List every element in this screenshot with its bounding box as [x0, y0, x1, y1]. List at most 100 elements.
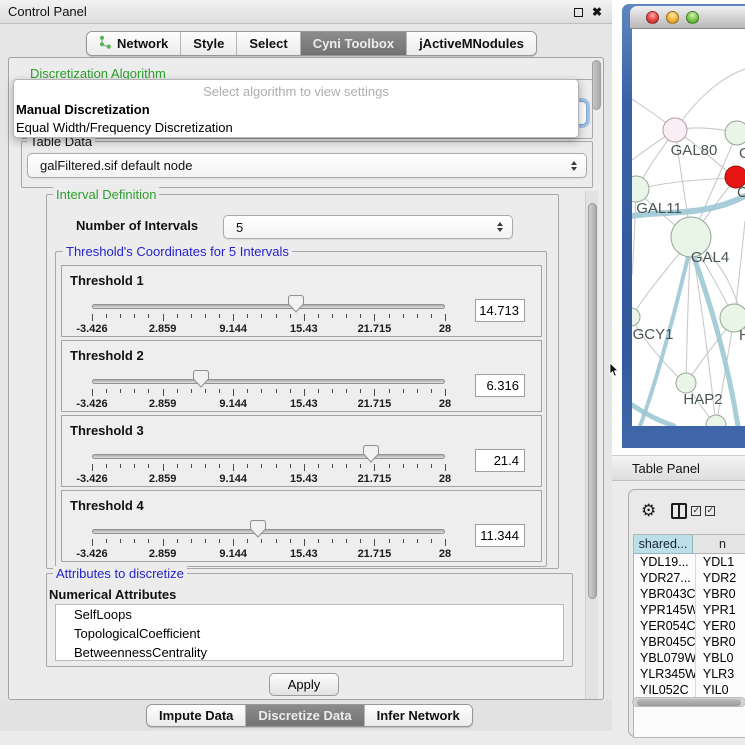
control-panel-titlebar: Control Panel ✖: [0, 0, 612, 24]
table-hscrollbar-thumb[interactable]: [637, 699, 741, 706]
threshold-value-field[interactable]: 14.713: [475, 299, 525, 322]
checkbox-icon[interactable]: ✓: [705, 506, 715, 516]
table-cell-shared-name: YPR145W: [634, 602, 696, 618]
tab-cyni-toolbox[interactable]: Cyni Toolbox: [301, 32, 407, 55]
attribute-item-betweennesscentrality[interactable]: BetweennessCentrality: [56, 643, 563, 661]
attribute-item-selfloops[interactable]: SelfLoops: [56, 605, 563, 624]
slider-tick: [276, 314, 277, 318]
slider-tick: [417, 389, 418, 393]
table-cell-name: YIL0: [696, 682, 745, 698]
tab-infer-network[interactable]: Infer Network: [365, 705, 472, 726]
network-canvas[interactable]: GAL80GACGAL11GAL4GCY1HHAP2: [632, 29, 745, 426]
table-row[interactable]: YLR345WYLR3: [634, 666, 745, 682]
tab-network[interactable]: Network: [87, 32, 181, 55]
interval-definition-title: Interval Definition: [53, 187, 159, 202]
table-row[interactable]: YBR043CYBR0: [634, 586, 745, 602]
tab-select[interactable]: Select: [237, 32, 300, 55]
table-row[interactable]: YER054CYER0: [634, 618, 745, 634]
close-traffic-light-icon[interactable]: [646, 11, 659, 24]
tab-jactivemnodules[interactable]: jActiveMNodules: [407, 32, 536, 55]
threshold-value-field[interactable]: 21.4: [475, 449, 525, 472]
slider-tick: [219, 389, 220, 393]
slider-thumb[interactable]: [193, 370, 209, 388]
slider-track[interactable]: [92, 529, 445, 534]
network-node-gcy1[interactable]: [632, 308, 640, 326]
table-row[interactable]: YPR145WYPR1: [634, 602, 745, 618]
slider-tick: [332, 314, 333, 318]
slider-tick: [431, 389, 432, 393]
tick-label: 28: [417, 323, 473, 335]
threshold-label: Threshold 1: [70, 273, 144, 288]
table-panel-titlebar: Table Panel: [612, 455, 745, 481]
table-row[interactable]: YDL19...YDL1: [634, 554, 745, 570]
slider-track[interactable]: [92, 379, 445, 384]
slider-track[interactable]: [92, 454, 445, 459]
slider-tick: [163, 464, 164, 471]
table-row[interactable]: YIL052CYIL0: [634, 682, 745, 698]
slider-tick: [276, 539, 277, 543]
table-cell-shared-name: YIL052C: [634, 682, 696, 698]
close-icon[interactable]: ✖: [592, 0, 602, 24]
apply-button[interactable]: Apply: [269, 673, 339, 696]
column-header-name[interactable]: n: [693, 535, 745, 554]
slider-tick: [445, 464, 446, 471]
network-node-gal11[interactable]: [632, 176, 649, 202]
slider-thumb[interactable]: [363, 445, 379, 463]
attribute-item-topologicalcoefficient[interactable]: TopologicalCoefficient: [56, 624, 563, 643]
attributes-list-scrollbar-thumb[interactable]: [592, 60, 601, 110]
network-node-label: GAL11: [636, 200, 682, 217]
slider-thumb[interactable]: [250, 520, 266, 538]
tick-label: 28: [417, 398, 473, 410]
slider-tick: [304, 539, 305, 546]
tick-label: 21.715: [346, 398, 402, 410]
table-data-select[interactable]: galFiltered.sif default node: [27, 153, 587, 178]
number-of-intervals-label: Number of Intervals: [76, 218, 198, 233]
network-node-label: C: [737, 184, 745, 201]
slider-tick: [304, 389, 305, 396]
split-columns-icon[interactable]: [671, 503, 687, 519]
slider-tick: [261, 314, 262, 318]
float-window-icon[interactable]: [574, 8, 583, 17]
panel-vscrollbar-thumb[interactable]: [588, 203, 597, 599]
slider-tick: [134, 389, 135, 393]
slider-tick: [134, 539, 135, 543]
threshold-box-4: Threshold 4-3.4262.8599.14415.4321.71528…: [61, 490, 542, 562]
tab-label: Discretize Data: [258, 708, 351, 723]
network-node-ga[interactable]: [725, 121, 745, 145]
number-of-intervals-select[interactable]: 5: [223, 215, 513, 239]
gear-icon[interactable]: ⚙: [641, 501, 656, 521]
zoom-traffic-light-icon[interactable]: [686, 11, 699, 24]
slider-tick: [205, 539, 206, 543]
tab-impute-data[interactable]: Impute Data: [147, 705, 246, 726]
slider-tick: [191, 464, 192, 468]
slider-track[interactable]: [92, 304, 445, 309]
table-row[interactable]: YBL079WYBL0: [634, 650, 745, 666]
network-node-hap2[interactable]: [676, 373, 696, 393]
table-cell-name: YBL0: [696, 650, 745, 666]
tab-style[interactable]: Style: [181, 32, 237, 55]
algorithm-option-manual[interactable]: Manual Discretization: [14, 102, 578, 117]
network-edge-thick: [632, 405, 674, 426]
table-header-row: shared... n: [634, 535, 745, 554]
minimize-traffic-light-icon[interactable]: [666, 11, 679, 24]
checkbox-icon[interactable]: ✓: [691, 506, 701, 516]
slider-tick: [332, 464, 333, 468]
slider-tick: [191, 314, 192, 318]
table-horizontal-scrollbar[interactable]: [632, 697, 745, 707]
table-panel-title: Table Panel: [632, 461, 700, 476]
slider-thumb[interactable]: [288, 295, 304, 313]
tick-label: -3.426: [64, 548, 120, 560]
column-header-shared-name[interactable]: shared...: [634, 535, 693, 554]
algorithm-option-equal-width[interactable]: Equal Width/Frequency Discretization: [14, 120, 578, 135]
panel-vertical-scrollbar[interactable]: [585, 191, 598, 699]
algorithm-placeholder-option[interactable]: Select algorithm to view settings: [14, 84, 578, 99]
numerical-attributes-list[interactable]: SelfLoopsTopologicalCoefficientBetweenne…: [55, 604, 564, 661]
threshold-value-field[interactable]: 6.316: [475, 374, 525, 397]
threshold-value-field[interactable]: 11.344: [475, 524, 525, 547]
table-row[interactable]: YBR045CYBR0: [634, 634, 745, 650]
tab-discretize-data[interactable]: Discretize Data: [246, 705, 364, 726]
slider-tick: [205, 314, 206, 318]
network-node-gal80[interactable]: [663, 118, 687, 142]
table-cell-shared-name: YLR345W: [634, 666, 696, 682]
table-row[interactable]: YDR27...YDR2: [634, 570, 745, 586]
